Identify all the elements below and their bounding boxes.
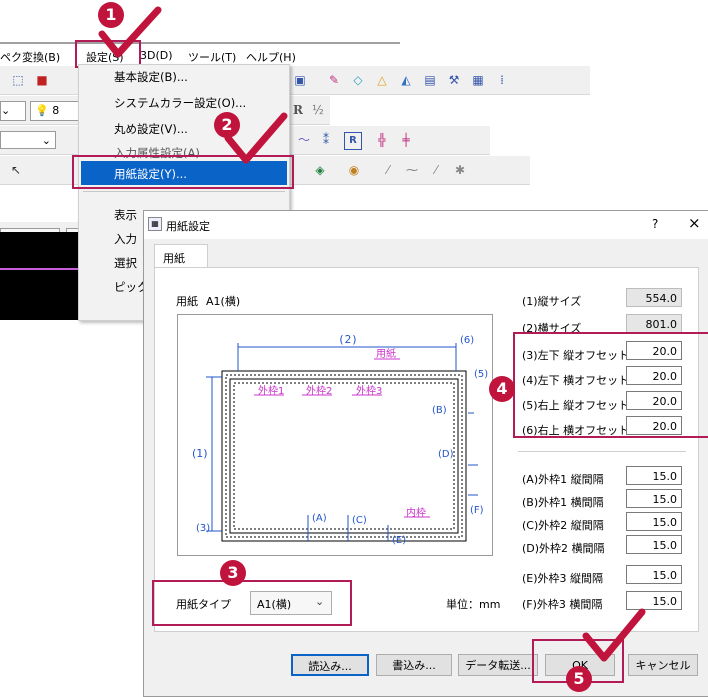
outer3-vertical-input[interactable]: 15.0: [626, 565, 682, 584]
menu-bar: ペク変換(B) 設定(S) 3D(D) ツール(T) ヘルプ(H): [0, 42, 400, 66]
grid2-tool-icon[interactable]: ╪: [398, 132, 414, 148]
tab-paper-label: 用紙: [163, 252, 185, 265]
menu-item-help[interactable]: ヘルプ(H): [246, 49, 296, 65]
menu-system-color-settings[interactable]: システムカラー設定(O)...: [114, 95, 246, 111]
data-transfer-button[interactable]: データ転送...: [458, 654, 538, 676]
callout-badge-3: 3: [220, 560, 246, 586]
dim-label-f: (F): [470, 505, 484, 516]
field-label-a: (A)外枠1 縦間隔: [522, 473, 604, 486]
paper-name-value: A1(横): [206, 295, 241, 308]
tool-icon-c[interactable]: △: [374, 72, 390, 88]
layer-combo[interactable]: 💡 8: [30, 101, 82, 121]
menu-rounding-settings[interactable]: 丸め設定(V)...: [114, 121, 188, 137]
bulb-icon: 💡: [35, 104, 49, 117]
callout-badge-1: 1: [98, 2, 124, 28]
height-value: 554.0: [626, 288, 682, 307]
menu-item-conversion[interactable]: ペク変換(B): [0, 49, 60, 65]
dim-label-3: (3): [196, 523, 211, 534]
help-button[interactable]: ?: [652, 217, 658, 231]
tab-paper[interactable]: 用紙: [154, 244, 208, 269]
fraction-tool-icon[interactable]: ½: [310, 102, 326, 118]
menu-display[interactable]: 表示: [114, 207, 137, 223]
dim-label-1: (1): [192, 447, 208, 460]
menu-input[interactable]: 入力: [114, 231, 137, 247]
outer1-horizontal-input[interactable]: 15.0: [626, 489, 682, 508]
tool-icon-d[interactable]: ◭: [398, 72, 414, 88]
r-tool-icon[interactable]: R: [290, 102, 306, 118]
callout-box-offsets: [513, 332, 708, 438]
pointer-icon[interactable]: ↖: [8, 162, 24, 178]
dim-label-d: (D): [438, 449, 454, 460]
tool-icon-g[interactable]: ▦: [470, 72, 486, 88]
tool-icon-i[interactable]: ◈: [312, 162, 328, 178]
diagram-outer1-label: 外枠1: [258, 386, 285, 397]
menu-item-tools[interactable]: ツール(T): [188, 49, 236, 65]
pin-tool-icon[interactable]: ⁑: [318, 132, 334, 148]
diagram-paper-label: 用紙: [376, 349, 396, 360]
save-icon[interactable]: ▣: [292, 72, 308, 88]
tool-icon-h[interactable]: ⁞: [494, 72, 510, 88]
write-button[interactable]: 書込み...: [376, 654, 452, 676]
callout-box-paper-type: [152, 580, 352, 626]
field-label-c: (C)外枠2 縦間隔: [522, 519, 604, 532]
paper-diagram: (2) (6) (5) (1) (3) (B) (D) (F) (A) (C) …: [177, 314, 493, 556]
outer2-vertical-input[interactable]: 15.0: [626, 512, 682, 531]
red-tool-icon[interactable]: ■: [34, 72, 50, 88]
combo-2[interactable]: ⌄: [0, 131, 56, 149]
dim-label-b: (B): [432, 405, 447, 416]
menu-separator: [83, 191, 285, 192]
field-label-d: (D)外枠2 横間隔: [522, 542, 605, 555]
tool-icon-l[interactable]: ⁓: [404, 162, 420, 178]
dim-label-2: (2): [338, 333, 358, 346]
tool-icon-a[interactable]: ✎: [326, 72, 342, 88]
combo-left[interactable]: ⌄: [0, 101, 26, 121]
outer-frame-1: [225, 374, 463, 538]
tool-icon-e[interactable]: ▤: [422, 72, 438, 88]
tool-icon-n[interactable]: ✱: [452, 162, 468, 178]
outer1-vertical-input[interactable]: 15.0: [626, 466, 682, 485]
diagram-inner-label: 内枠: [406, 508, 426, 519]
load-button[interactable]: 読込み...: [291, 654, 369, 676]
dim-label-a: (A): [312, 513, 327, 524]
tool-icon-m[interactable]: ⁄: [428, 162, 444, 178]
grid-tool-icon[interactable]: ╬: [374, 132, 390, 148]
dim-label-e: (E): [392, 535, 407, 546]
field-label-b: (B)外枠1 横間隔: [522, 496, 604, 509]
dialog-title: 用紙設定: [166, 220, 210, 233]
outer2-horizontal-input[interactable]: 15.0: [626, 535, 682, 554]
dialog-app-icon: ▦: [148, 217, 162, 231]
tool-icon-f[interactable]: ⚒: [446, 72, 462, 88]
tool-icon-j[interactable]: ◉: [346, 162, 362, 178]
dim-label-c: (C): [352, 515, 367, 526]
callout-badge-2: 2: [214, 112, 240, 138]
menu-select[interactable]: 選択: [114, 255, 137, 271]
field-label-height: (1)縦サイズ: [522, 295, 582, 308]
tool-icon-k[interactable]: ⁄: [380, 162, 396, 178]
fields-separator: [518, 451, 686, 452]
paper-diagram-svg: [206, 343, 478, 542]
dim-label-5: (5): [474, 369, 489, 380]
layer-number: 8: [52, 104, 60, 117]
tool-icon-b[interactable]: ◇: [350, 72, 366, 88]
unit-label: 単位：mm: [446, 598, 501, 611]
callout-badge-4: 4: [489, 376, 515, 402]
r-box-tool-icon[interactable]: R: [344, 132, 362, 150]
dialog-titlebar: ▦ 用紙設定 ? ×: [144, 211, 708, 239]
callout-badge-5: 5: [566, 666, 592, 692]
dim-label-6: (6): [460, 335, 475, 346]
diagram-outer3-label: 外枠3: [356, 386, 383, 397]
field-label-e: (E)外枠3 縦間隔: [522, 572, 604, 585]
close-button[interactable]: ×: [688, 214, 701, 232]
menu-basic-settings[interactable]: 基本設定(B)...: [114, 69, 188, 85]
cursor-tool-icon[interactable]: ⬚: [10, 72, 26, 88]
width-value: 801.0: [626, 314, 682, 333]
check-mark-5-icon: [582, 608, 646, 662]
diagram-outer2-label: 外枠2: [306, 386, 333, 397]
wave-tool-icon[interactable]: 〜: [296, 132, 312, 148]
paper-name-label: 用紙: [176, 295, 198, 308]
